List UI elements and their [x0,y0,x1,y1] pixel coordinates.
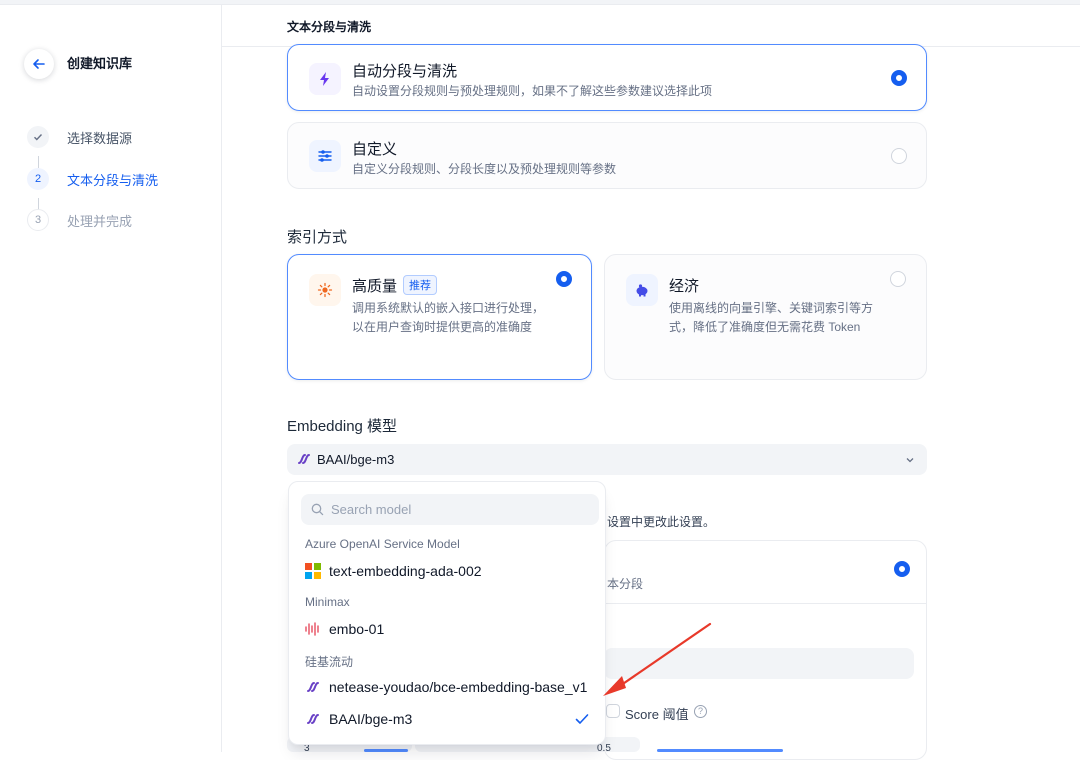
step-number: 2 [27,168,49,190]
back-button[interactable] [24,49,54,79]
annotation-arrow [603,622,712,696]
option-desc: 自动设置分段规则与预处理规则，如果不了解这些参数建议选择此项 [352,84,713,98]
search-icon [311,503,324,516]
radio-unselected[interactable] [890,271,906,287]
check-icon [27,126,49,148]
settings-hint: 设置中更改此设置。 [607,515,716,529]
auto-segment-option[interactable]: 自动分段与清洗 自动设置分段规则与预处理规则，如果不了解这些参数建议选择此项 [287,44,927,111]
step-label: 文本分段与清洗 [67,172,159,188]
score-value: 0.5 [597,743,611,754]
sidebar-title: 创建知识库 [67,56,133,71]
step-segmentation[interactable]: 2 文本分段与清洗 [27,168,158,190]
sliders-icon [309,140,341,172]
option-desc: 以在用户查询时提供更高的准确度 [352,320,533,334]
high-quality-option[interactable]: 高质量 推荐 调用系统默认的嵌入接口进行处理， 以在用户查询时提供更高的准确度 [287,254,592,380]
embedding-model-select[interactable]: BAAI/bge-m3 [287,444,927,475]
group-minimax: Minimax [305,595,350,609]
model-option-bge-m3[interactable]: BAAI/bge-m3 [289,703,605,735]
model-name: BAAI/bge-m3 [329,711,413,727]
model-name: embo-01 [329,621,385,637]
economy-option[interactable]: 经济 使用离线的向量引擎、关键词索引等方 式，降低了准确度但无需花费 Token [604,254,927,380]
recommend-badge: 推荐 [403,275,438,295]
step-connector [38,156,39,168]
microsoft-icon [305,563,321,579]
minimax-icon [305,622,319,636]
score-threshold-checkbox[interactable] [606,704,620,718]
radio-selected[interactable] [891,70,907,86]
step-label: 处理并完成 [67,213,133,229]
divider [604,603,927,604]
radio-unselected[interactable] [891,148,907,164]
arrow-left-icon [33,59,45,69]
index-method-label: 索引方式 [287,229,348,246]
option-title: 经济 [669,278,700,295]
retrieval-desc: 本分段 [607,577,644,591]
help-icon[interactable]: ? [694,705,707,718]
option-desc: 式，降低了准确度但无需花费 Token [669,320,861,334]
search-box[interactable] [301,494,599,525]
model-name: netease-youdao/bce-embedding-base_v1 [329,679,588,695]
step-process: 3 处理并完成 [27,209,132,231]
siliconflow-icon [307,714,319,724]
radio-selected[interactable] [556,271,572,287]
model-option-embo[interactable]: embo-01 [289,613,605,645]
option-title: 自动分段与清洗 [352,63,458,80]
custom-segment-option[interactable]: 自定义 自定义分段规则、分段长度以及预处理规则等参数 [287,122,927,189]
model-option-ada[interactable]: text-embedding-ada-002 [289,555,605,587]
step-label: 选择数据源 [67,130,133,146]
model-name: text-embedding-ada-002 [329,563,482,579]
option-title-wrap: 高质量 推荐 [352,275,438,296]
search-input[interactable] [331,494,581,525]
lightning-icon [309,63,341,95]
model-dropdown: Azure OpenAI Service Model text-embeddin… [288,481,606,745]
section-title: 文本分段与清洗 [287,20,372,34]
piggy-bank-icon [626,274,658,306]
option-title: 自定义 [352,141,398,158]
score-threshold-label: Score 阈值 [625,707,689,722]
option-desc: 调用系统默认的嵌入接口进行处理， [352,301,545,315]
option-title: 高质量 [352,278,398,295]
check-icon [575,714,589,724]
step-number: 3 [27,209,49,231]
option-desc: 使用离线的向量引擎、关键词索引等方 [669,301,874,315]
chevron-down-icon [906,458,914,463]
embedding-model-label: Embedding 模型 [287,418,398,435]
sidebar: 创建知识库 选择数据源 2 文本分段与清洗 3 处理并完成 [0,5,222,752]
step-select-source[interactable]: 选择数据源 [27,126,132,148]
group-siliconflow: 硅基流动 [305,655,354,669]
section-header: 文本分段与清洗 [222,5,1080,47]
model-option-bce[interactable]: netease-youdao/bce-embedding-base_v1 [289,671,605,703]
siliconflow-icon [307,682,319,692]
radio-selected[interactable] [894,561,910,577]
selected-model: BAAI/bge-m3 [317,452,395,467]
option-desc: 自定义分段规则、分段长度以及预处理规则等参数 [352,162,617,176]
sun-icon [309,274,341,306]
group-azure: Azure OpenAI Service Model [305,537,460,551]
siliconflow-icon [298,454,310,464]
